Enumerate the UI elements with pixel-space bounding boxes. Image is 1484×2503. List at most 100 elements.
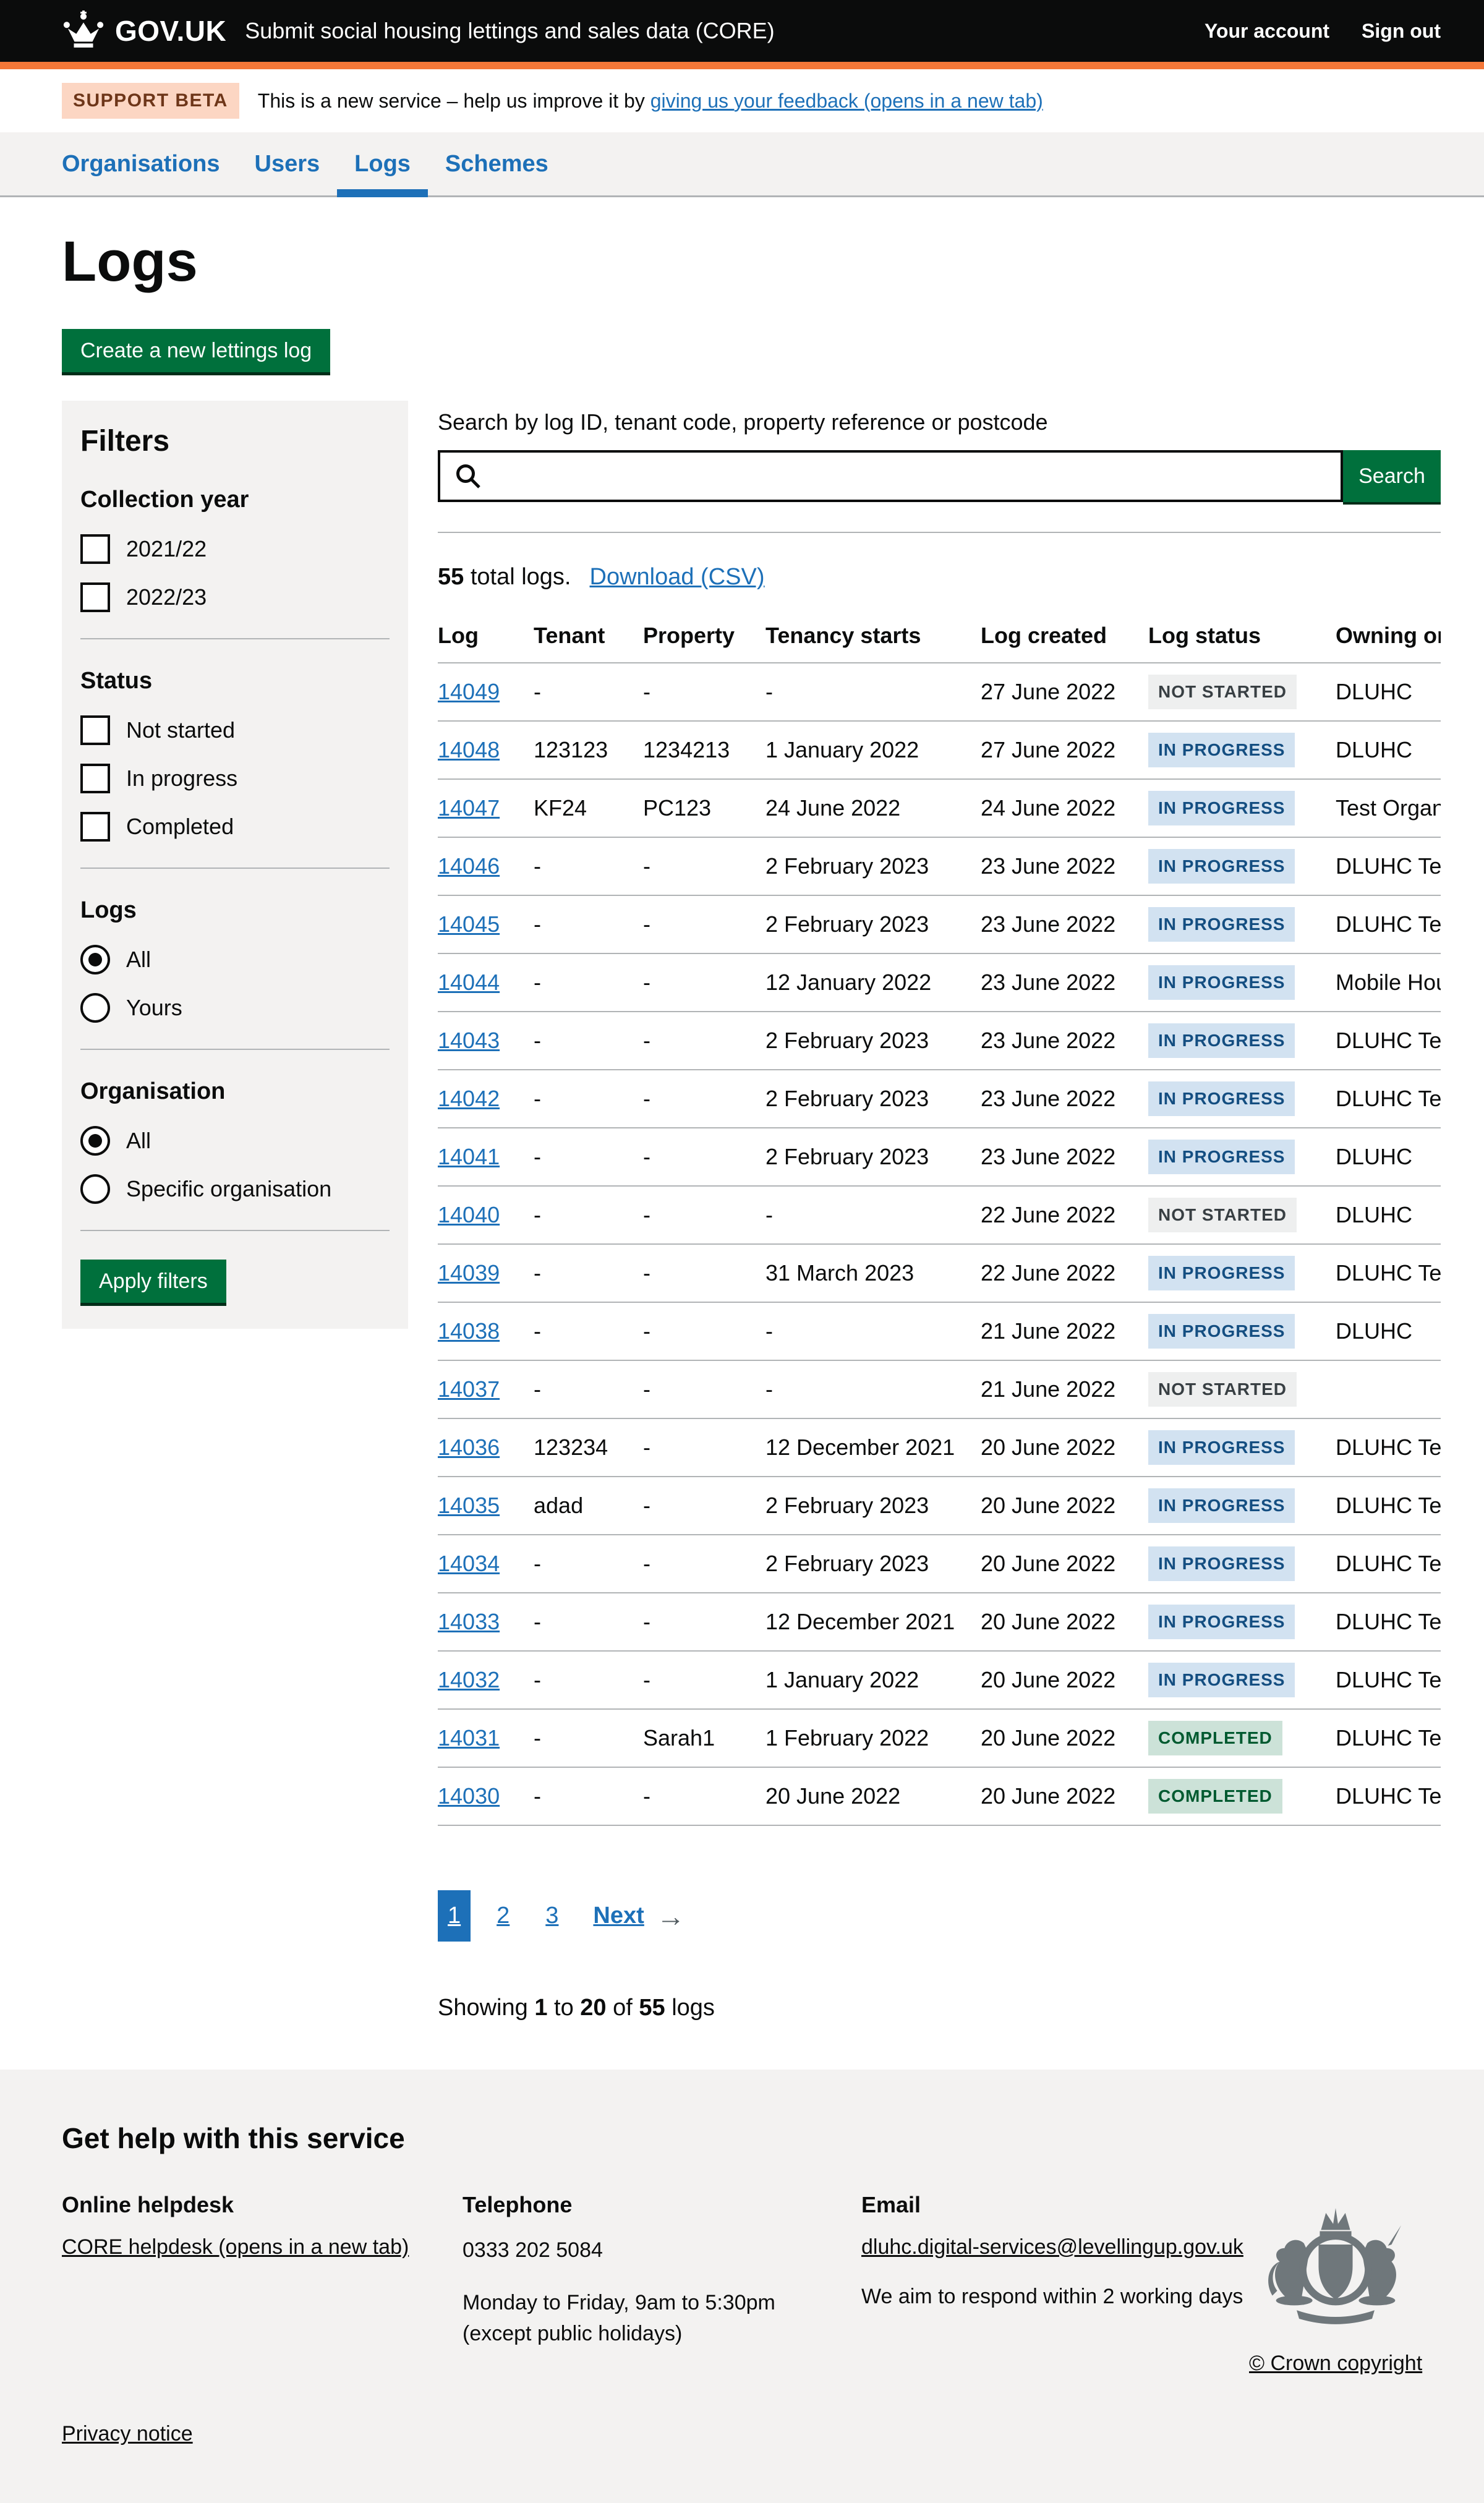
privacy-notice-link[interactable]: Privacy notice (62, 2422, 193, 2446)
log-link[interactable]: 14036 (438, 1435, 500, 1460)
owning-organisation-cell: DLUHC Tes (1336, 1535, 1441, 1593)
tenancy-starts-cell: 12 December 2021 (765, 1418, 981, 1477)
tenant-cell: adad (534, 1477, 643, 1535)
pagination-page[interactable]: 3 (535, 1890, 568, 1942)
log-link[interactable]: 14048 (438, 737, 500, 762)
property-cell: - (643, 1767, 765, 1825)
checkbox[interactable] (80, 764, 110, 793)
core-helpdesk-link[interactable]: CORE helpdesk (opens in a new tab) (62, 2235, 409, 2259)
radio-button[interactable] (80, 993, 110, 1023)
filter-radio-option[interactable]: Specific organisation (80, 1174, 390, 1204)
owning-organisation-cell: DLUHC Tes (1336, 1477, 1441, 1535)
nav-tab[interactable]: Schemes (428, 132, 566, 195)
log-link[interactable]: 14031 (438, 1725, 500, 1750)
create-lettings-log-button[interactable]: Create a new lettings log (62, 329, 330, 372)
log-link[interactable]: 14047 (438, 795, 500, 821)
nav-tab[interactable]: Users (237, 132, 338, 195)
crown-copyright-link[interactable]: © Crown copyright (1249, 2352, 1422, 2376)
log-link[interactable]: 14042 (438, 1086, 500, 1111)
table-header-row: LogTenantPropertyTenancy startsLog creat… (438, 612, 1441, 663)
filter-checkbox-option[interactable]: 2021/22 (80, 534, 390, 564)
log-created-cell: 23 June 2022 (981, 837, 1148, 895)
download-csv-link[interactable]: Download (CSV) (590, 564, 765, 591)
filter-checkbox-option[interactable]: Not started (80, 715, 390, 745)
nav-tab[interactable]: Organisations (45, 132, 237, 195)
filter-section: Logs All Yours (80, 897, 390, 1050)
option-label: Not started (126, 717, 235, 743)
log-link[interactable]: 14049 (438, 679, 500, 704)
log-link[interactable]: 14032 (438, 1667, 500, 1692)
option-label: 2022/23 (126, 584, 207, 610)
filter-checkbox-option[interactable]: In progress (80, 764, 390, 793)
feedback-link[interactable]: giving us your feedback (opens in a new … (650, 90, 1043, 112)
log-link[interactable]: 14043 (438, 1028, 500, 1053)
log-link[interactable]: 14033 (438, 1609, 500, 1634)
log-created-cell: 23 June 2022 (981, 1012, 1148, 1070)
log-link[interactable]: 14040 (438, 1202, 500, 1227)
search-button[interactable]: Search (1343, 450, 1441, 502)
status-badge: IN PROGRESS (1148, 1663, 1295, 1697)
log-link[interactable]: 14044 (438, 970, 500, 995)
filter-radio-option[interactable]: All (80, 1126, 390, 1156)
log-link[interactable]: 14046 (438, 853, 500, 879)
tenant-cell: - (534, 837, 643, 895)
log-link[interactable]: 14034 (438, 1551, 500, 1576)
radio-button[interactable] (80, 945, 110, 974)
email-link[interactable]: dluhc.digital-services@levellingup.gov.u… (861, 2235, 1243, 2259)
pagination-next[interactable]: Next (593, 1903, 644, 1929)
table-row: 14030 - - 20 June 2022 20 June 2022 COMP… (438, 1767, 1441, 1825)
table-row: 14043 - - 2 February 2023 23 June 2022 I… (438, 1012, 1441, 1070)
property-cell: - (643, 1070, 765, 1128)
pagination: 123Next → (438, 1890, 1441, 1942)
radio-button[interactable] (80, 1174, 110, 1204)
status-badge: IN PROGRESS (1148, 1430, 1295, 1465)
checkbox[interactable] (80, 715, 110, 745)
owning-organisation-cell: Test Organ (1336, 779, 1441, 837)
telephone-title: Telephone (463, 2192, 861, 2218)
log-link[interactable]: 14030 (438, 1783, 500, 1809)
filter-radio-option[interactable]: All (80, 945, 390, 974)
option-label: All (126, 947, 151, 973)
table-row: 14033 - - 12 December 2021 20 June 2022 … (438, 1593, 1441, 1651)
pagination-page[interactable]: 2 (487, 1890, 519, 1942)
apply-filters-button[interactable]: Apply filters (80, 1260, 226, 1303)
log-link[interactable]: 14037 (438, 1376, 500, 1402)
table-row: 14049 - - - 27 June 2022 NOT STARTED DLU… (438, 663, 1441, 721)
service-name-link[interactable]: Submit social housing lettings and sales… (245, 18, 774, 44)
filter-section: Collection year 2021/22 2022/23 (80, 487, 390, 639)
govuk-logo[interactable]: GOV.UK (62, 11, 226, 52)
status-badge: IN PROGRESS (1148, 849, 1295, 884)
search-input[interactable] (438, 450, 1343, 502)
pagination-page[interactable]: 1 (438, 1890, 471, 1942)
log-created-cell: 20 June 2022 (981, 1477, 1148, 1535)
nav-tab[interactable]: Logs (337, 132, 428, 195)
log-link[interactable]: 14035 (438, 1493, 500, 1518)
tenancy-starts-cell: 2 February 2023 (765, 1128, 981, 1186)
log-created-cell: 20 June 2022 (981, 1767, 1148, 1825)
log-link[interactable]: 14039 (438, 1260, 500, 1286)
phase-banner: SUPPORT BETA This is a new service – hel… (0, 69, 1484, 132)
log-link[interactable]: 14038 (438, 1318, 500, 1344)
checkbox[interactable] (80, 582, 110, 612)
filter-checkbox-option[interactable]: Completed (80, 812, 390, 842)
log-link[interactable]: 14045 (438, 911, 500, 937)
filter-checkbox-option[interactable]: 2022/23 (80, 582, 390, 612)
divider (80, 1049, 390, 1050)
column-header: Log (438, 612, 534, 663)
log-link[interactable]: 14041 (438, 1144, 500, 1169)
checkbox[interactable] (80, 812, 110, 842)
footer: Get help with this service Online helpde… (0, 2070, 1484, 2503)
search-label: Search by log ID, tenant code, property … (438, 409, 1441, 435)
table-row: 14044 - - 12 January 2022 23 June 2022 I… (438, 953, 1441, 1012)
your-account-link[interactable]: Your account (1205, 20, 1329, 43)
table-row: 14048 123123 1234213 1 January 2022 27 J… (438, 721, 1441, 779)
tenancy-starts-cell: - (765, 1186, 981, 1244)
log-created-cell: 21 June 2022 (981, 1302, 1148, 1360)
radio-button[interactable] (80, 1126, 110, 1156)
filter-radio-option[interactable]: Yours (80, 993, 390, 1023)
tenant-cell: - (534, 1302, 643, 1360)
crown-icon (62, 11, 105, 52)
sign-out-link[interactable]: Sign out (1362, 20, 1441, 43)
checkbox[interactable] (80, 534, 110, 564)
filter-section: Status Not started In progress Completed (80, 668, 390, 869)
